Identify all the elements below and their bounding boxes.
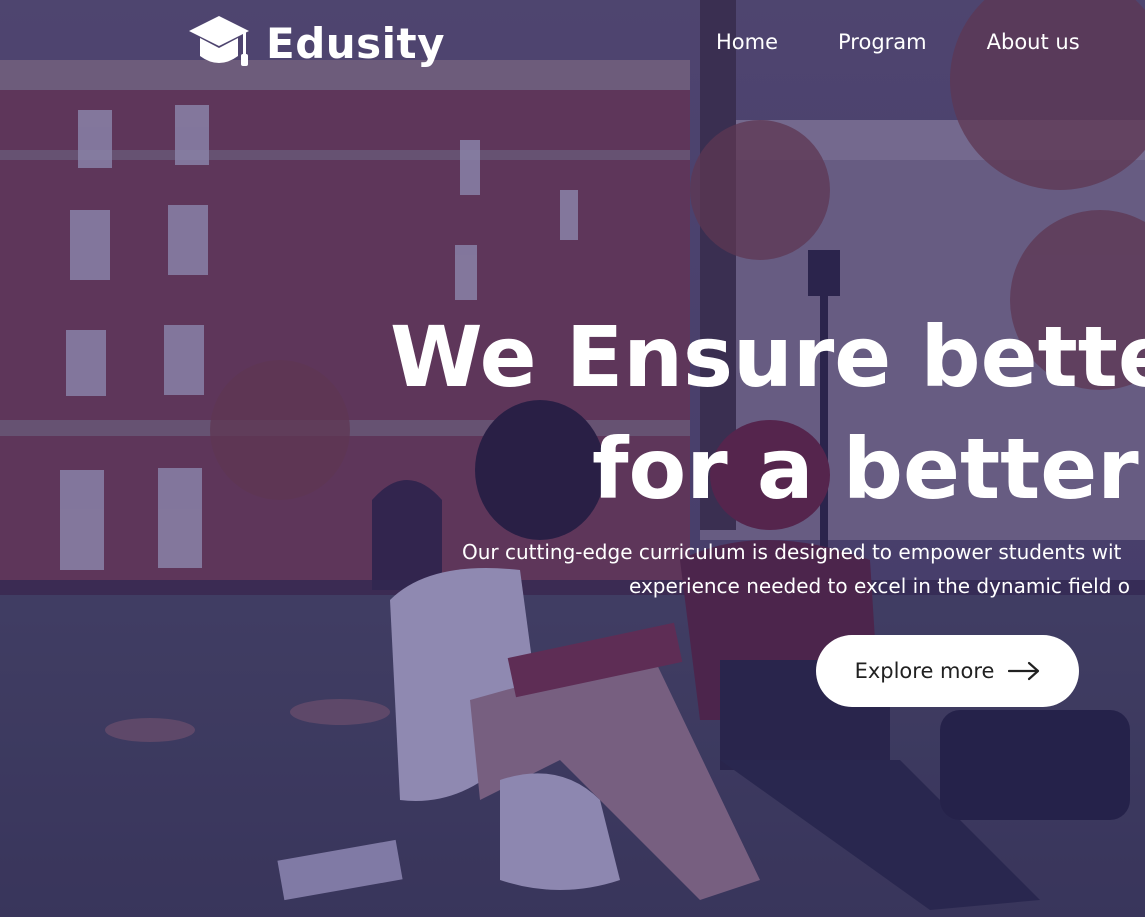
graduation-cap-icon [188,14,250,72]
hero-section: Edusity Home Program About us We Ensure … [0,0,1145,917]
nav-item-program[interactable]: Program [838,30,927,54]
brand-logo[interactable]: Edusity [188,14,445,72]
brand-name: Edusity [266,18,446,68]
nav-item-home[interactable]: Home [716,30,778,54]
hero-headline-line-2: for a better w [592,420,1145,518]
main-nav: Home Program About us [716,30,1080,54]
explore-more-button[interactable]: Explore more [816,635,1079,707]
hero-subtext-line-1: Our cutting-edge curriculum is designed … [462,540,1122,564]
hero-headline-line-1: We Ensure better e [390,308,1145,406]
hero-subtext-line-2: experience needed to excel in the dynami… [629,574,1131,598]
arrow-right-icon [1008,661,1040,681]
explore-more-label: Explore more [854,659,995,683]
nav-item-about-us[interactable]: About us [987,30,1080,54]
